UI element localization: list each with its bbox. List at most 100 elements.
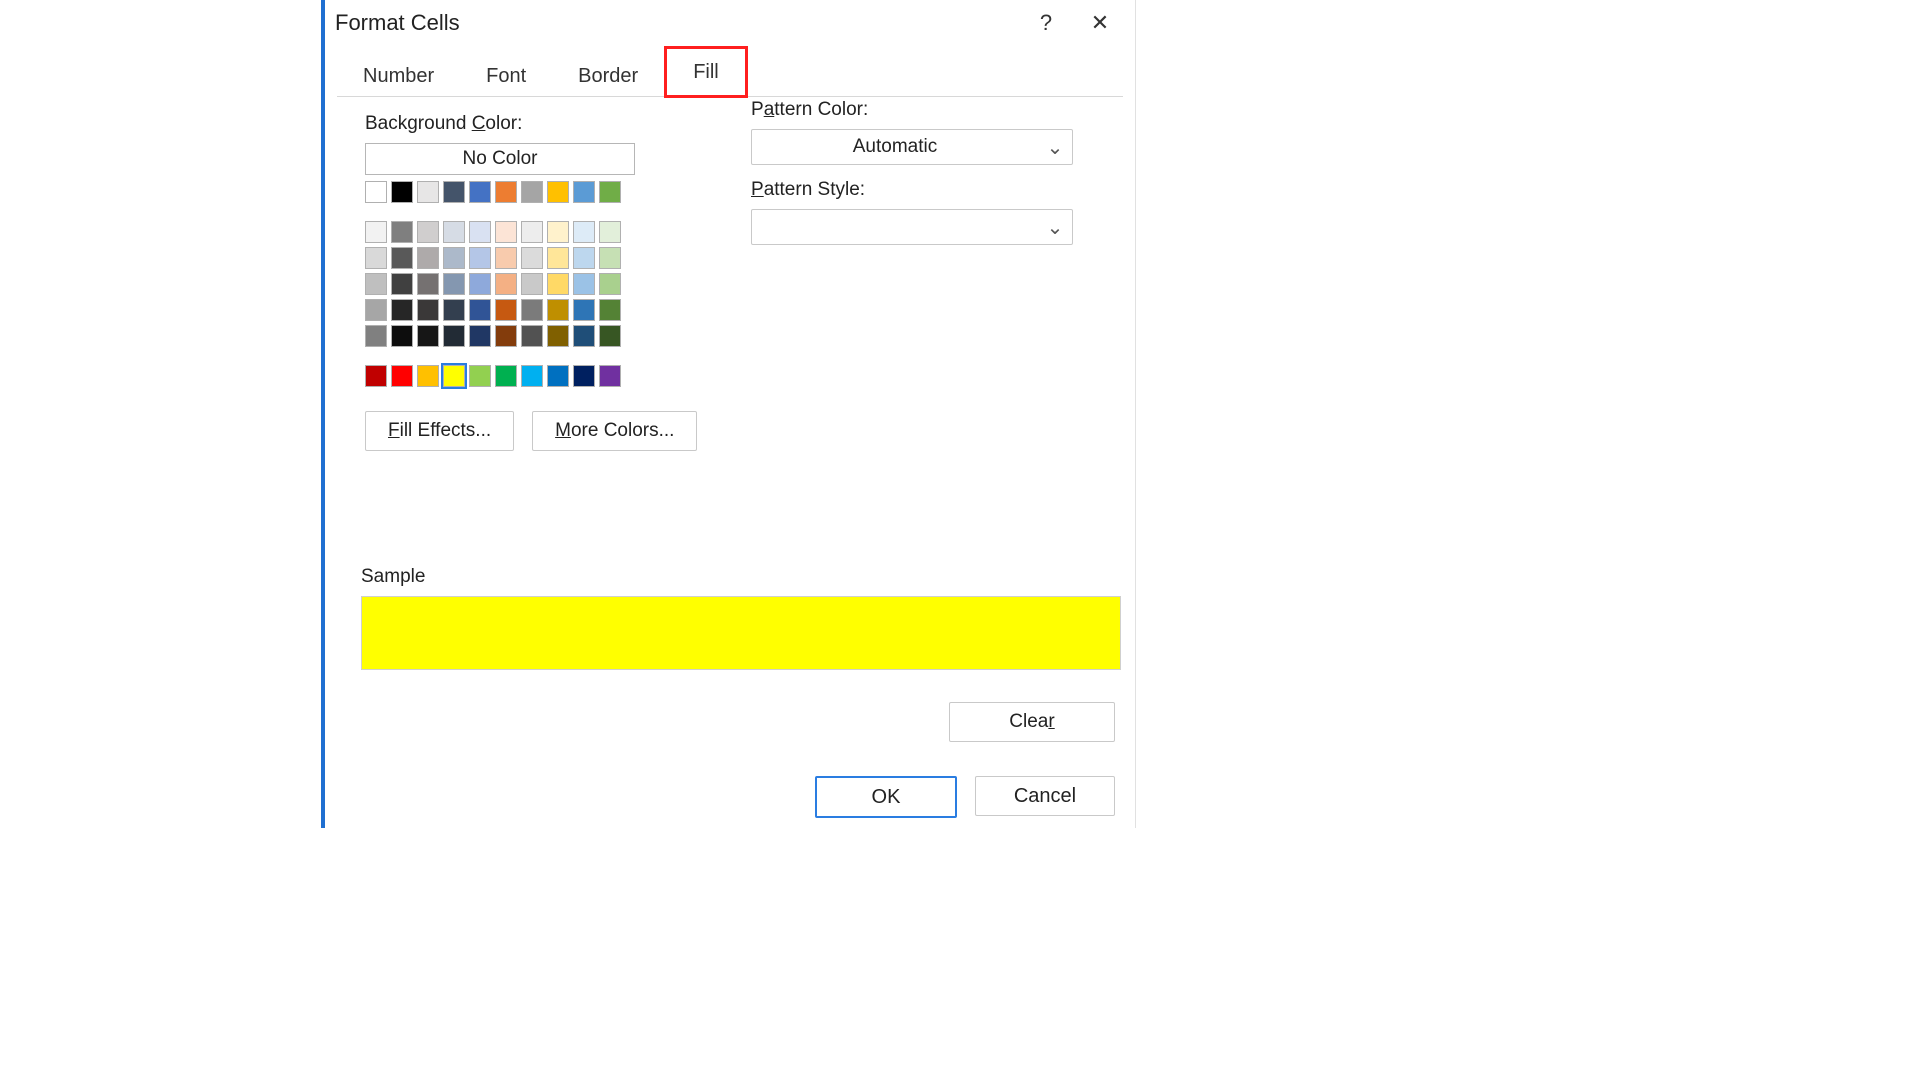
color-swatch[interactable] [417,247,439,269]
color-swatch[interactable] [469,365,491,387]
color-swatch[interactable] [495,299,517,321]
color-swatch[interactable] [443,365,465,387]
color-swatch[interactable] [573,299,595,321]
color-swatch[interactable] [443,221,465,243]
color-swatch[interactable] [365,221,387,243]
tab-strip: Number Font Border Fill [337,48,1123,97]
tab-border[interactable]: Border [552,56,664,96]
color-swatch[interactable] [547,325,569,347]
color-swatch[interactable] [391,325,413,347]
color-swatch[interactable] [391,273,413,295]
tab-fill[interactable]: Fill [664,46,748,98]
help-icon: ? [1040,10,1052,36]
color-swatch[interactable] [495,221,517,243]
color-swatch[interactable] [391,365,413,387]
color-swatch[interactable] [391,247,413,269]
color-swatch[interactable] [521,273,543,295]
sample-preview [361,596,1121,670]
color-swatch[interactable] [521,221,543,243]
color-swatch[interactable] [547,221,569,243]
color-swatch[interactable] [521,299,543,321]
color-swatch[interactable] [365,181,387,203]
color-swatch[interactable] [443,247,465,269]
color-swatch[interactable] [599,365,621,387]
color-swatch[interactable] [521,247,543,269]
chevron-down-icon: ⌄ [1038,215,1072,240]
color-swatch[interactable] [417,325,439,347]
color-swatch[interactable] [599,181,621,203]
tab-number-label: Number [363,65,434,88]
color-swatch[interactable] [521,325,543,347]
pattern-style-combo[interactable]: ⌄ [751,209,1073,245]
ok-button[interactable]: OK [815,776,957,818]
color-swatch[interactable] [443,325,465,347]
tab-fill-body: Background Color: No Color Fill Effects.… [325,97,1135,451]
color-swatch[interactable] [443,299,465,321]
close-button[interactable]: ✕ [1073,2,1127,44]
color-swatch[interactable] [599,325,621,347]
color-swatch[interactable] [391,181,413,203]
color-swatch[interactable] [469,181,491,203]
color-swatch[interactable] [599,221,621,243]
cancel-button[interactable]: Cancel [975,776,1115,816]
color-swatch[interactable] [573,325,595,347]
color-swatch[interactable] [547,247,569,269]
color-swatch[interactable] [469,299,491,321]
help-button[interactable]: ? [1019,2,1073,44]
color-swatch[interactable] [495,247,517,269]
color-swatch[interactable] [495,365,517,387]
color-swatch[interactable] [365,299,387,321]
dialog-title: Format Cells [335,10,460,36]
color-swatch[interactable] [547,273,569,295]
dialog-footer: OK Cancel [815,776,1115,818]
fill-effects-button[interactable]: Fill Effects... [365,411,514,451]
color-swatch[interactable] [495,273,517,295]
color-swatch[interactable] [547,365,569,387]
color-swatch[interactable] [365,365,387,387]
color-swatch[interactable] [391,221,413,243]
color-swatch[interactable] [417,273,439,295]
color-swatch[interactable] [365,325,387,347]
format-cells-dialog: Format Cells ? ✕ Number Font Border Fill… [325,0,1136,828]
color-swatch[interactable] [573,181,595,203]
standard-color-row [365,351,1115,391]
color-swatch[interactable] [417,221,439,243]
color-swatch[interactable] [495,325,517,347]
color-swatch[interactable] [573,365,595,387]
color-swatch[interactable] [521,365,543,387]
color-swatch[interactable] [599,273,621,295]
color-swatch[interactable] [547,299,569,321]
titlebar: Format Cells ? ✕ [325,0,1135,46]
color-swatch[interactable] [573,247,595,269]
cancel-label: Cancel [1014,785,1076,808]
tab-font[interactable]: Font [460,56,552,96]
color-swatch[interactable] [469,325,491,347]
color-swatch[interactable] [417,181,439,203]
pattern-color-combo[interactable]: Automatic ⌄ [751,129,1073,165]
pattern-style-label: Pattern Style: [751,179,1083,201]
tab-font-label: Font [486,65,526,88]
color-swatch[interactable] [365,273,387,295]
chevron-down-icon: ⌄ [1038,135,1072,160]
color-swatch[interactable] [573,273,595,295]
color-swatch[interactable] [391,299,413,321]
more-colors-button[interactable]: More Colors... [532,411,697,451]
color-swatch[interactable] [443,273,465,295]
color-swatch[interactable] [417,299,439,321]
color-swatch[interactable] [443,181,465,203]
color-swatch[interactable] [573,221,595,243]
color-swatch[interactable] [469,221,491,243]
color-swatch[interactable] [547,181,569,203]
pattern-panel: Pattern Color: Automatic ⌄ Pattern Style… [751,97,1083,259]
clear-button[interactable]: Clear [949,702,1115,742]
color-swatch[interactable] [417,365,439,387]
tab-number[interactable]: Number [337,56,460,96]
color-swatch[interactable] [599,247,621,269]
color-swatch[interactable] [495,181,517,203]
color-swatch[interactable] [365,247,387,269]
color-swatch[interactable] [521,181,543,203]
color-swatch[interactable] [469,247,491,269]
color-swatch[interactable] [469,273,491,295]
no-color-button[interactable]: No Color [365,143,635,175]
color-swatch[interactable] [599,299,621,321]
